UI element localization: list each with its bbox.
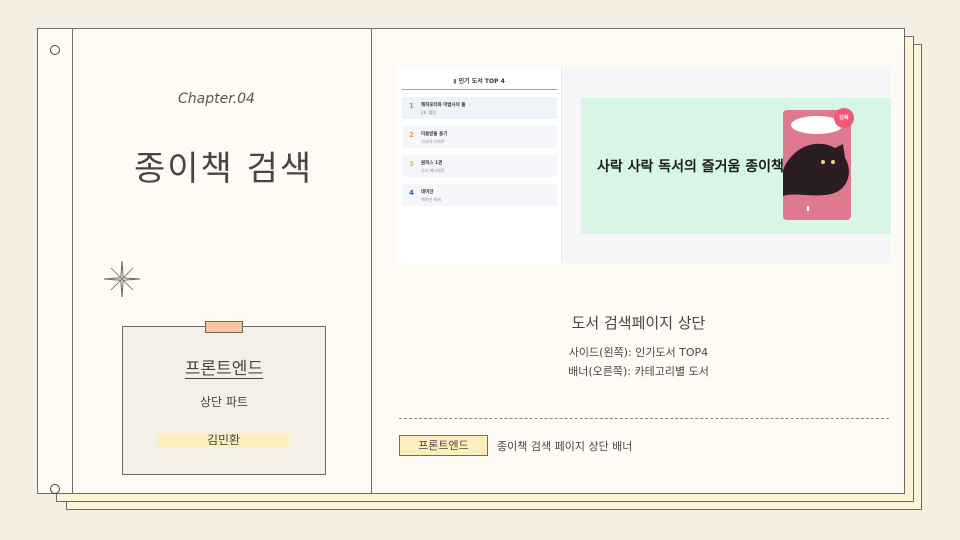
- book-icon: ▮: [453, 78, 457, 85]
- notebook: Chapter.04 종이책 검색 프론트엔드 상단 파트 김민환 도서 검색페…: [37, 28, 905, 494]
- role-card: 프론트엔드 상단 파트 김민환: [122, 321, 326, 475]
- book-title: 미움받을 용기: [421, 132, 448, 137]
- book-author: 헤르만 헤세: [421, 197, 441, 202]
- page-divider: [371, 29, 372, 493]
- book-author: J.K. 롤링: [421, 110, 436, 115]
- rank-number: 2: [409, 131, 414, 139]
- chapter-label: Chapter.04: [178, 91, 255, 107]
- popular-books-sidebar: ▮ 인기 도서 TOP 4 1 해피포터와 마법사의 돌 J.K. 롤링 2 미…: [397, 67, 562, 263]
- book-title: 해피포터와 마법사의 돌: [421, 103, 466, 108]
- sparkle-icon: [103, 260, 141, 298]
- binder-hole-icon: [50, 45, 60, 55]
- page-title: 종이책 검색: [134, 149, 314, 189]
- book-author: 기시미 이치로: [421, 139, 445, 144]
- sidebar-header-label: 인기 도서 TOP 4: [458, 78, 505, 85]
- book-title: 원피스 1권: [421, 161, 443, 166]
- list-item[interactable]: 1 해피포터와 마법사의 돌 J.K. 롤링: [402, 97, 557, 119]
- role-subtitle: 상단 파트: [200, 395, 248, 409]
- rank-number: 4: [409, 189, 414, 197]
- description-line: 사이드(왼쪽): 인기도서 TOP4: [568, 346, 709, 359]
- description-line: 배너(오른쪽): 카테고리별 도서: [568, 365, 709, 378]
- sidebar-header-underline: [402, 89, 557, 90]
- rank-number: 3: [409, 160, 414, 168]
- exclusive-badge: 단독: [834, 108, 854, 128]
- list-item[interactable]: 3 원피스 1권 오다 에이치로: [402, 155, 557, 177]
- ui-screenshot: ▮ 인기 도서 TOP 4 1 해피포터와 마법사의 돌 J.K. 롤링 2 미…: [397, 67, 891, 263]
- tag-description: 종이책 검색 페이지 상단 배너: [497, 440, 633, 453]
- tape: [205, 321, 243, 333]
- sidebar-header: ▮ 인기 도서 TOP 4: [397, 76, 561, 85]
- book-author: 오다 에이치로: [421, 168, 445, 173]
- dashed-divider: [399, 418, 889, 419]
- list-item[interactable]: 2 미움받을 용기 기시미 이치로: [402, 126, 557, 148]
- author-name: 김민환: [157, 434, 290, 447]
- rank-number: 1: [409, 102, 414, 110]
- role-title: 프론트엔드: [184, 359, 264, 379]
- binding-line: [72, 29, 73, 493]
- description-title: 도서 검색페이지 상단: [571, 314, 706, 332]
- binder-hole-icon: [50, 484, 60, 494]
- role-tag: 프론트엔드: [399, 435, 488, 456]
- list-item[interactable]: 4 데미안 헤르만 헤세: [402, 184, 557, 206]
- banner-text: 사락 사락 독서의 즐거움 종이책: [597, 159, 784, 175]
- category-banner[interactable]: 사락 사락 독서의 즐거움 종이책 단독: [581, 98, 891, 234]
- book-title: 데미안: [421, 190, 434, 195]
